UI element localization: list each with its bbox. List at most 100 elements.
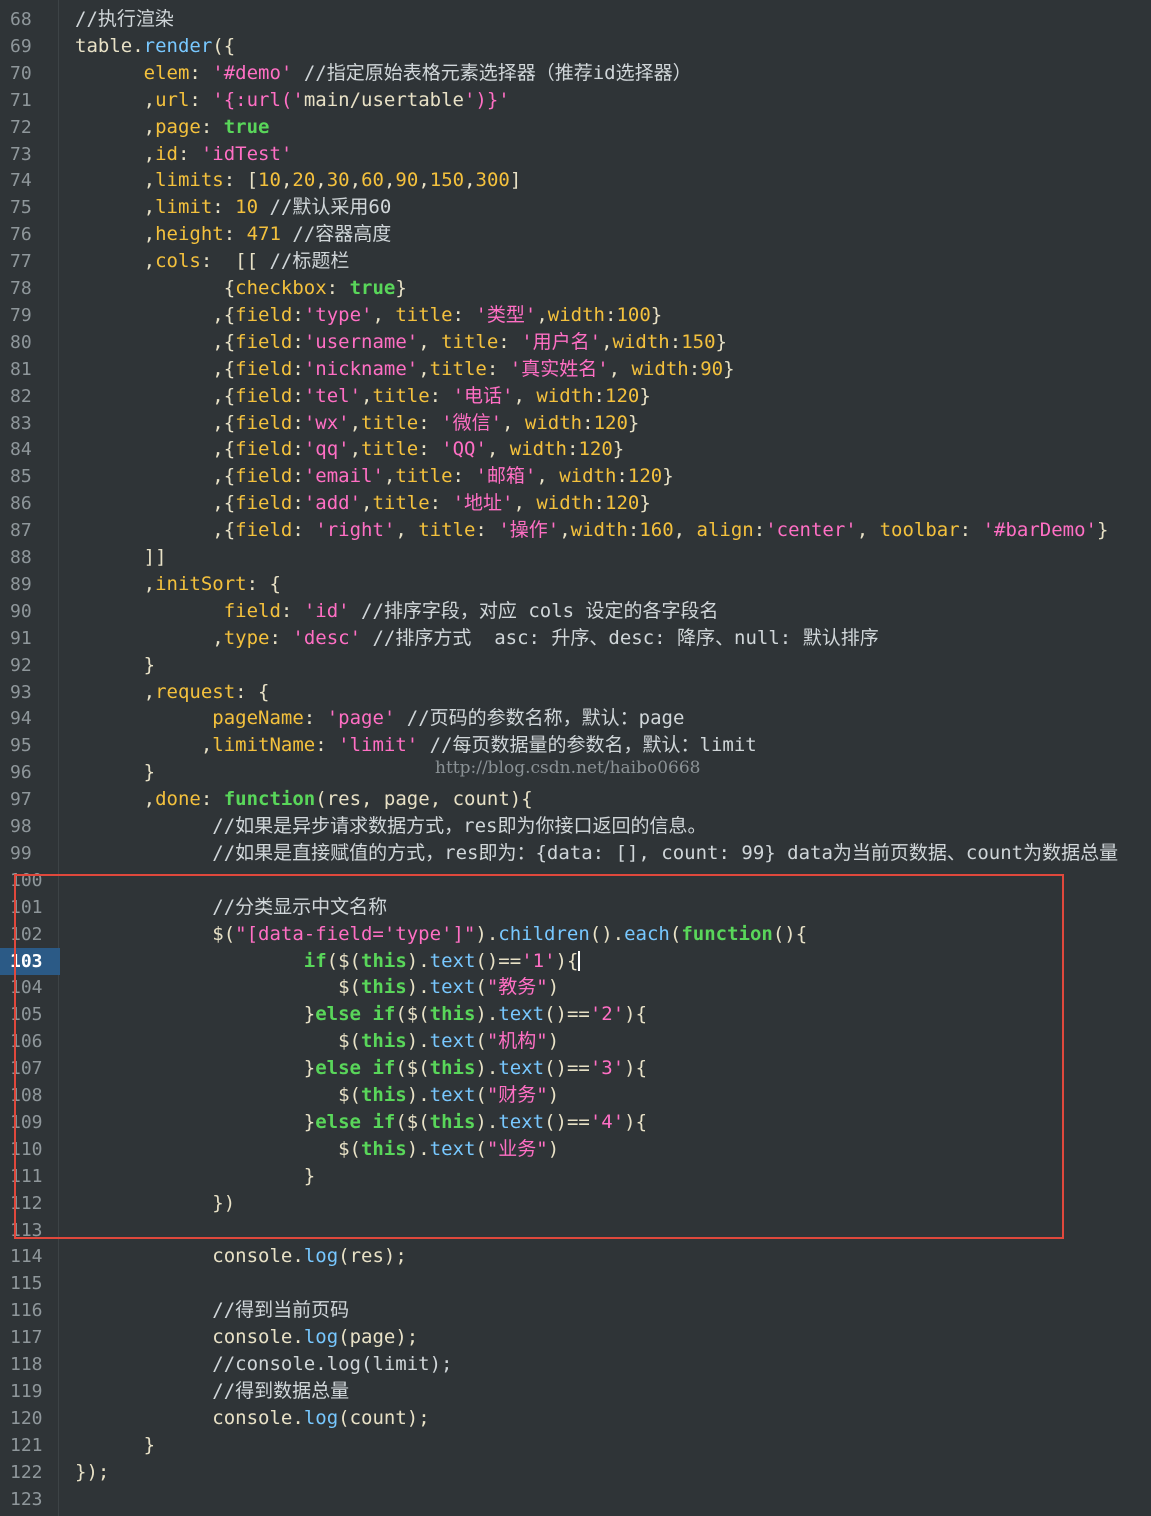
code-text[interactable]: if($(this).text()=='1'){ <box>75 948 581 975</box>
code-line[interactable]: 93 ,request: { <box>0 679 1151 706</box>
code-text[interactable]: ]] <box>75 544 167 571</box>
code-line[interactable]: 75 ,limit: 10 //默认采用60 <box>0 194 1151 221</box>
code-text[interactable]: ,{field:'username', title: '用户名',width:1… <box>75 329 727 356</box>
code-line[interactable]: 76 ,height: 471 //容器高度 <box>0 221 1151 248</box>
code-line[interactable]: 117 console.log(page); <box>0 1324 1151 1351</box>
code-line[interactable]: 104 $(this).text("教务") <box>0 974 1151 1001</box>
code-text[interactable]: ,height: 471 //容器高度 <box>75 221 392 248</box>
code-line[interactable]: 71 ,url: '{:url('main/usertable')}' <box>0 87 1151 114</box>
code-line[interactable]: 90 field: 'id' //排序字段，对应 cols 设定的各字段名 <box>0 598 1151 625</box>
code-line[interactable]: 91 ,type: 'desc' //排序方式 asc: 升序、desc: 降序… <box>0 625 1151 652</box>
code-line[interactable]: 98 //如果是异步请求数据方式，res即为你接口返回的信息。 <box>0 813 1151 840</box>
code-text[interactable]: //console.log(limit); <box>75 1351 452 1378</box>
code-text[interactable]: $(this).text("教务") <box>75 974 559 1001</box>
code-line[interactable]: 120 console.log(count); <box>0 1405 1151 1432</box>
code-text[interactable]: console.log(res); <box>75 1243 407 1270</box>
code-text[interactable]: } <box>75 652 155 679</box>
code-line[interactable]: 69 table.render({ <box>0 33 1151 60</box>
code-line[interactable]: 108 $(this).text("财务") <box>0 1082 1151 1109</box>
code-text[interactable]: $(this).text("机构") <box>75 1028 559 1055</box>
code-text[interactable]: //如果是直接赋值的方式，res即为：{data: [], count: 99}… <box>75 840 1118 867</box>
code-line[interactable]: 79 ,{field:'type', title: '类型',width:100… <box>0 302 1151 329</box>
code-text[interactable]: } <box>75 1432 155 1459</box>
code-text[interactable]: table.render({ <box>75 33 235 60</box>
code-line[interactable]: 112 }) <box>0 1190 1151 1217</box>
code-text[interactable]: field: 'id' //排序字段，对应 cols 设定的各字段名 <box>75 598 719 625</box>
code-line[interactable]: 109 }else if($(this).text()=='4'){ <box>0 1109 1151 1136</box>
code-text[interactable]: ,limitName: 'limit' //每页数据量的参数名，默认：limit <box>75 732 757 759</box>
code-text[interactable]: console.log(page); <box>75 1324 418 1351</box>
code-line[interactable]: 118 //console.log(limit); <box>0 1351 1151 1378</box>
code-text[interactable]: }else if($(this).text()=='4'){ <box>75 1109 647 1136</box>
code-line[interactable]: 107 }else if($(this).text()=='3'){ <box>0 1055 1151 1082</box>
code-line[interactable]: 80 ,{field:'username', title: '用户名',widt… <box>0 329 1151 356</box>
code-line[interactable]: 88 ]] <box>0 544 1151 571</box>
code-text[interactable]: $("[data-field='type']").children().each… <box>75 921 807 948</box>
code-line[interactable]: 72 ,page: true <box>0 114 1151 141</box>
code-text[interactable]: ,limit: 10 //默认采用60 <box>75 194 392 221</box>
code-line[interactable]: 84 ,{field:'qq',title: 'QQ', width:120} <box>0 436 1151 463</box>
code-editor[interactable]: 68//执行渲染 69 table.render({70 elem: '#demo'… <box>0 0 1151 1516</box>
code-line[interactable]: 94 pageName: 'page' //页码的参数名称，默认：page <box>0 705 1151 732</box>
code-text[interactable]: } <box>75 759 155 786</box>
code-text[interactable]: //得到当前页码 <box>75 1297 349 1324</box>
code-text[interactable]: ,{field:'nickname',title: '真实姓名', width:… <box>75 356 734 383</box>
code-text[interactable]: ,{field:'wx',title: '微信', width:120} <box>75 410 639 437</box>
code-text[interactable]: }else if($(this).text()=='2'){ <box>75 1001 647 1028</box>
code-text[interactable]: ,type: 'desc' //排序方式 asc: 升序、desc: 降序、nu… <box>75 625 878 652</box>
code-line[interactable]: 121 } <box>0 1432 1151 1459</box>
code-text[interactable]: ,cols: [[ //标题栏 <box>75 248 350 275</box>
code-text[interactable]: ,page: true <box>75 114 270 141</box>
code-line[interactable]: 116 //得到当前页码 <box>0 1297 1151 1324</box>
code-text[interactable]: ,{field:'email',title: '邮箱', width:120} <box>75 463 673 490</box>
code-text[interactable]: //分类显示中文名称 <box>75 894 387 921</box>
code-text[interactable]: ,{field:'qq',title: 'QQ', width:120} <box>75 436 624 463</box>
code-line[interactable]: 110 $(this).text("业务") <box>0 1136 1151 1163</box>
code-line[interactable]: 111 } <box>0 1163 1151 1190</box>
code-text[interactable]: $(this).text("业务") <box>75 1136 559 1163</box>
code-text[interactable]: {checkbox: true} <box>75 275 407 302</box>
code-text[interactable]: }else if($(this).text()=='3'){ <box>75 1055 647 1082</box>
code-line[interactable]: 119 //得到数据总量 <box>0 1378 1151 1405</box>
code-line[interactable]: 123 <box>0 1486 1151 1513</box>
code-line[interactable]: 106 $(this).text("机构") <box>0 1028 1151 1055</box>
code-text[interactable]: //执行渲染 <box>75 6 174 33</box>
code-line[interactable]: 92 } <box>0 652 1151 679</box>
code-line[interactable]: 86 ,{field:'add',title: '地址', width:120} <box>0 490 1151 517</box>
code-text[interactable]: ,done: function(res, page, count){ <box>75 786 533 813</box>
code-text[interactable]: }); <box>75 1459 109 1486</box>
code-line[interactable]: 99 //如果是直接赋值的方式，res即为：{data: [], count: … <box>0 840 1151 867</box>
code-line[interactable]: 105 }else if($(this).text()=='2'){ <box>0 1001 1151 1028</box>
code-text[interactable]: ,{field: 'right', title: '操作',width:160,… <box>75 517 1108 544</box>
code-line[interactable]: 73 ,id: 'idTest' <box>0 141 1151 168</box>
code-text[interactable]: ,{field:'tel',title: '电话', width:120} <box>75 383 651 410</box>
code-text[interactable]: elem: '#demo' //指定原始表格元素选择器（推荐id选择器） <box>75 60 692 87</box>
code-text[interactable]: $(this).text("财务") <box>75 1082 559 1109</box>
code-text[interactable]: } <box>75 1163 315 1190</box>
code-line[interactable]: 115 <box>0 1270 1151 1297</box>
code-text[interactable]: //得到数据总量 <box>75 1378 349 1405</box>
code-line[interactable]: 100 <box>0 867 1151 894</box>
code-text[interactable]: console.log(count); <box>75 1405 429 1432</box>
code-line[interactable]: 97 ,done: function(res, page, count){ <box>0 786 1151 813</box>
code-text[interactable]: pageName: 'page' //页码的参数名称，默认：page <box>75 705 684 732</box>
code-line[interactable]: 95 ,limitName: 'limit' //每页数据量的参数名，默认：li… <box>0 732 1151 759</box>
code-line[interactable]: 85 ,{field:'email',title: '邮箱', width:12… <box>0 463 1151 490</box>
code-text[interactable]: ,{field:'add',title: '地址', width:120} <box>75 490 651 517</box>
code-line[interactable]: 77 ,cols: [[ //标题栏 <box>0 248 1151 275</box>
code-line[interactable]: 82 ,{field:'tel',title: '电话', width:120} <box>0 383 1151 410</box>
code-line[interactable]: 102 $("[data-field='type']").children().… <box>0 921 1151 948</box>
code-text[interactable]: ,request: { <box>75 679 270 706</box>
code-line[interactable]: 89 ,initSort: { <box>0 571 1151 598</box>
code-text[interactable]: ,limits: [10,20,30,60,90,150,300] <box>75 167 522 194</box>
code-line[interactable]: 70 elem: '#demo' //指定原始表格元素选择器（推荐id选择器） <box>0 60 1151 87</box>
code-line[interactable]: 83 ,{field:'wx',title: '微信', width:120} <box>0 410 1151 437</box>
code-text[interactable]: ,{field:'type', title: '类型',width:100} <box>75 302 662 329</box>
code-text[interactable]: }) <box>75 1190 235 1217</box>
code-line[interactable]: 81 ,{field:'nickname',title: '真实姓名', wid… <box>0 356 1151 383</box>
code-line[interactable]: 103 if($(this).text()=='1'){ <box>0 947 1151 975</box>
code-text[interactable]: ,id: 'idTest' <box>75 141 293 168</box>
code-line[interactable]: 122}); <box>0 1459 1151 1486</box>
code-line[interactable]: 113 <box>0 1217 1151 1244</box>
code-text[interactable]: ,url: '{:url('main/usertable')}' <box>75 87 510 114</box>
